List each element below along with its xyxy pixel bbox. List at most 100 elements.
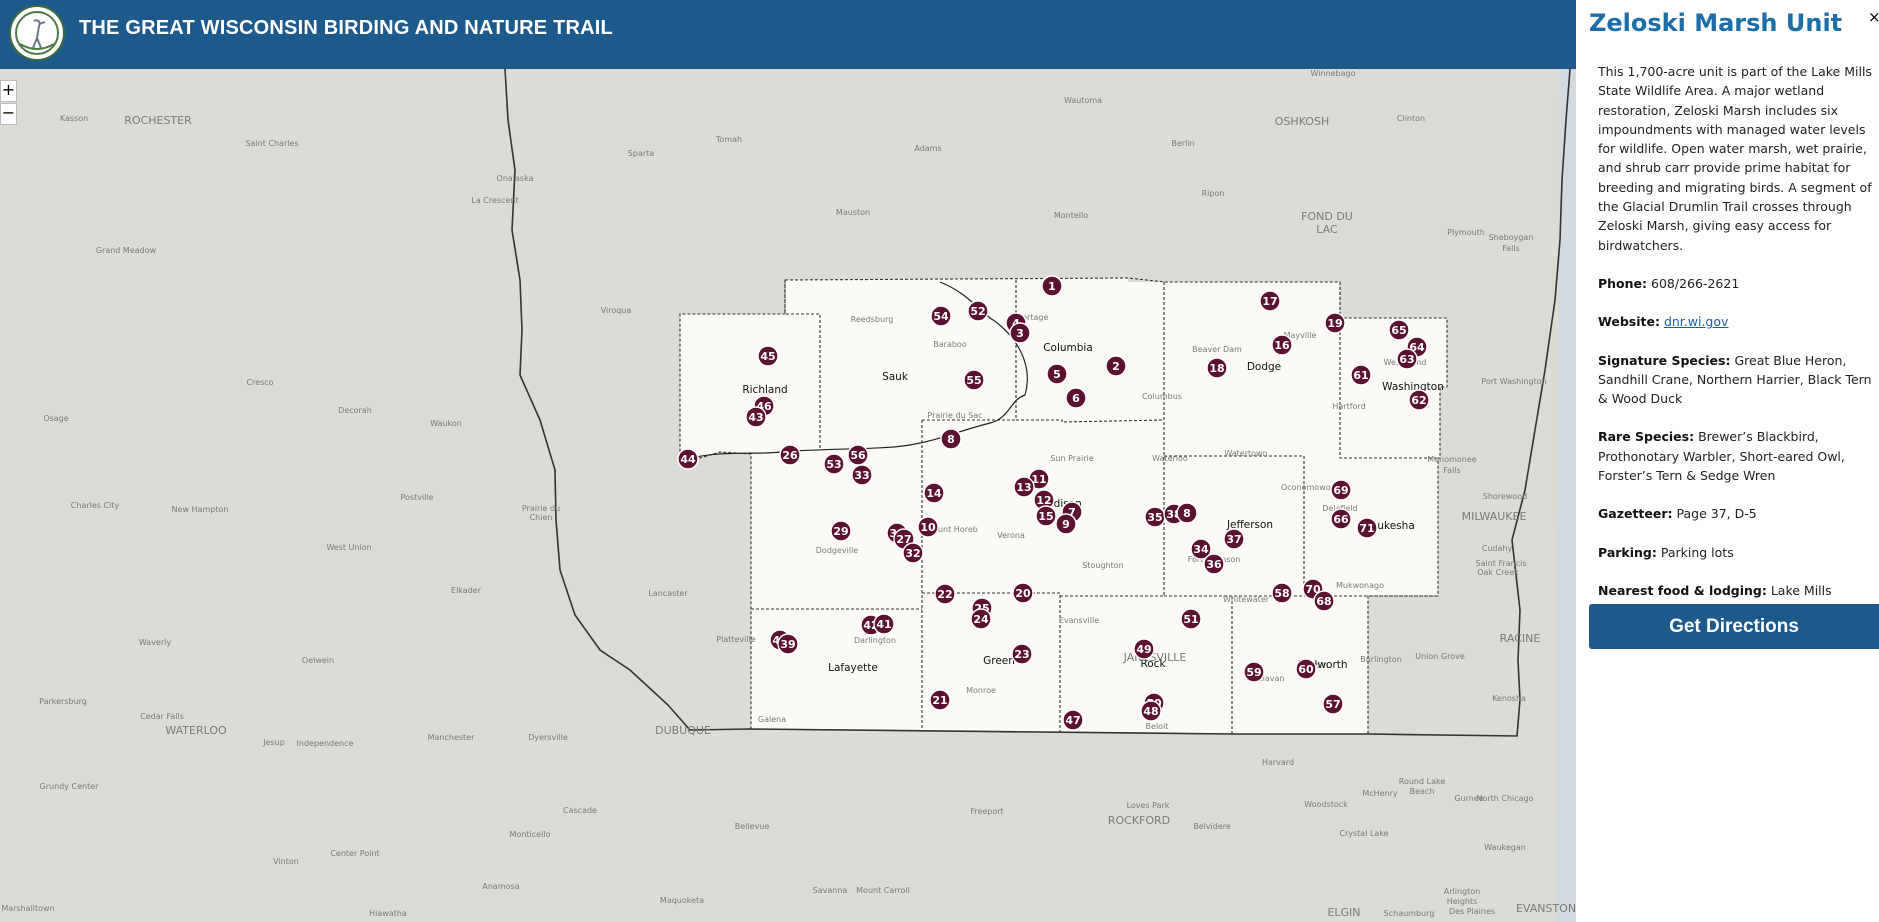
site-marker[interactable]: 16	[1271, 334, 1293, 356]
svg-text:22: 22	[937, 588, 952, 601]
site-marker[interactable]: 54	[930, 305, 952, 327]
site-marker[interactable]: 2	[1105, 355, 1127, 377]
city-label: Savanna	[813, 886, 848, 895]
svg-text:9: 9	[1062, 518, 1070, 531]
city-label: Loves Park	[1127, 801, 1170, 810]
site-marker[interactable]: 23	[1011, 643, 1033, 665]
site-marker[interactable]: 3	[1009, 322, 1031, 344]
site-marker[interactable]: 9	[1055, 513, 1077, 535]
city-label: Darlington	[854, 636, 896, 645]
site-marker[interactable]: 24	[970, 608, 992, 630]
svg-text:61: 61	[1353, 369, 1368, 382]
site-marker[interactable]: 63	[1396, 348, 1418, 370]
site-marker[interactable]: 69	[1330, 479, 1352, 501]
site-marker[interactable]: 65	[1388, 319, 1410, 341]
site-marker[interactable]: 22	[934, 583, 956, 605]
city-label: Monroe	[966, 686, 996, 695]
svg-text:2: 2	[1112, 360, 1120, 373]
site-marker[interactable]: 58	[1271, 582, 1293, 604]
site-header: THE GREAT WISCONSIN BIRDING AND NATURE T…	[0, 0, 1576, 69]
site-marker[interactable]: 13	[1013, 476, 1035, 498]
site-marker[interactable]: 29	[830, 520, 852, 542]
site-marker[interactable]: 41	[873, 613, 895, 635]
site-title[interactable]: THE GREAT WISCONSIN BIRDING AND NATURE T…	[79, 17, 613, 40]
site-marker[interactable]: 61	[1350, 364, 1372, 386]
site-marker[interactable]: 33	[851, 464, 873, 486]
map-area[interactable]: ROCHESTER Kasson Saint Charles Onalaska Spar…	[0, 0, 1576, 922]
zoom-out-button[interactable]: −	[0, 103, 17, 125]
site-marker[interactable]: 56	[847, 444, 869, 466]
city-label: Watertown	[1224, 449, 1267, 458]
site-marker[interactable]: 8	[1176, 502, 1198, 524]
svg-text:5: 5	[1053, 368, 1061, 381]
site-marker[interactable]: 60	[1295, 658, 1317, 680]
city-label: Round Lake	[1399, 777, 1446, 786]
site-marker[interactable]: 21	[929, 689, 951, 711]
parking-value: Parking lots	[1660, 544, 1734, 560]
site-marker[interactable]: 37	[1223, 528, 1245, 550]
svg-text:35: 35	[1147, 511, 1162, 524]
svg-text:13: 13	[1016, 481, 1031, 494]
city-label: Reedsburg	[851, 315, 894, 324]
svg-text:54: 54	[933, 310, 949, 323]
city-label: Jesup	[262, 738, 285, 747]
site-marker[interactable]: 68	[1313, 590, 1335, 612]
site-marker[interactable]: 55	[963, 369, 985, 391]
get-directions-button[interactable]: Get Directions	[1589, 604, 1879, 649]
site-description: This 1,700-acre unit is part of the Lake…	[1598, 64, 1872, 253]
site-marker[interactable]: 59	[1243, 661, 1265, 683]
site-marker[interactable]: 8	[940, 428, 962, 450]
site-marker[interactable]: 18	[1206, 357, 1228, 379]
heron-logo-icon[interactable]	[9, 5, 65, 61]
site-marker[interactable]: 32	[902, 542, 924, 564]
site-marker[interactable]: 1	[1041, 275, 1063, 297]
site-marker[interactable]: 19	[1324, 312, 1346, 334]
site-marker[interactable]: 71	[1356, 517, 1378, 539]
site-marker[interactable]: 15	[1035, 505, 1057, 527]
site-marker[interactable]: 5	[1046, 363, 1068, 385]
site-marker[interactable]: 35	[1144, 506, 1166, 528]
svg-text:16: 16	[1274, 339, 1290, 352]
site-marker[interactable]: 44	[677, 448, 699, 470]
svg-text:29: 29	[833, 525, 848, 538]
city-label: Berlin	[1171, 139, 1194, 148]
site-marker[interactable]: 43	[745, 406, 767, 428]
site-marker[interactable]: 26	[779, 444, 801, 466]
site-marker[interactable]: 39	[777, 633, 799, 655]
site-marker[interactable]: 17	[1259, 290, 1281, 312]
close-icon[interactable]: ×	[1868, 8, 1879, 26]
site-marker[interactable]: 36	[1203, 553, 1225, 575]
city-label: Falls	[1443, 466, 1460, 475]
site-details: This 1,700-acre unit is part of the Lake…	[1598, 62, 1876, 619]
site-marker[interactable]: 6	[1065, 387, 1087, 409]
city-label: Verona	[997, 531, 1025, 540]
site-marker[interactable]: 48	[1140, 700, 1162, 722]
site-marker[interactable]: 52	[967, 300, 989, 322]
site-marker[interactable]: 51	[1180, 608, 1202, 630]
site-marker[interactable]: 57	[1322, 693, 1344, 715]
city-label: Whitewater	[1223, 595, 1270, 604]
city-label: Platteville	[716, 635, 756, 644]
website-link[interactable]: dnr.wi.gov	[1664, 314, 1728, 329]
site-marker[interactable]: 53	[823, 453, 845, 475]
city-label: Sheboygan	[1489, 233, 1534, 242]
svg-text:53: 53	[826, 458, 841, 471]
site-marker[interactable]: 66	[1330, 508, 1352, 530]
svg-text:59: 59	[1246, 666, 1261, 679]
map-canvas[interactable]: ROCHESTER Kasson Saint Charles Onalaska Spar…	[0, 0, 1576, 922]
city-label: OSHKOSH	[1275, 115, 1329, 128]
site-marker[interactable]: 45	[757, 345, 779, 367]
county-label: Columbia	[1043, 342, 1093, 354]
city-label: Montello	[1054, 211, 1088, 220]
city-label: ROCKFORD	[1108, 814, 1170, 827]
svg-text:48: 48	[1143, 705, 1158, 718]
site-marker[interactable]: 49	[1133, 638, 1155, 660]
zoom-in-button[interactable]: +	[0, 80, 17, 102]
site-marker[interactable]: 20	[1012, 582, 1034, 604]
city-label: Union Grove	[1415, 652, 1465, 661]
site-marker[interactable]: 14	[923, 482, 945, 504]
city-label: Parkersburg	[39, 697, 87, 706]
site-marker[interactable]: 10	[917, 516, 939, 538]
site-marker[interactable]: 47	[1062, 709, 1084, 731]
site-marker[interactable]: 62	[1408, 389, 1430, 411]
